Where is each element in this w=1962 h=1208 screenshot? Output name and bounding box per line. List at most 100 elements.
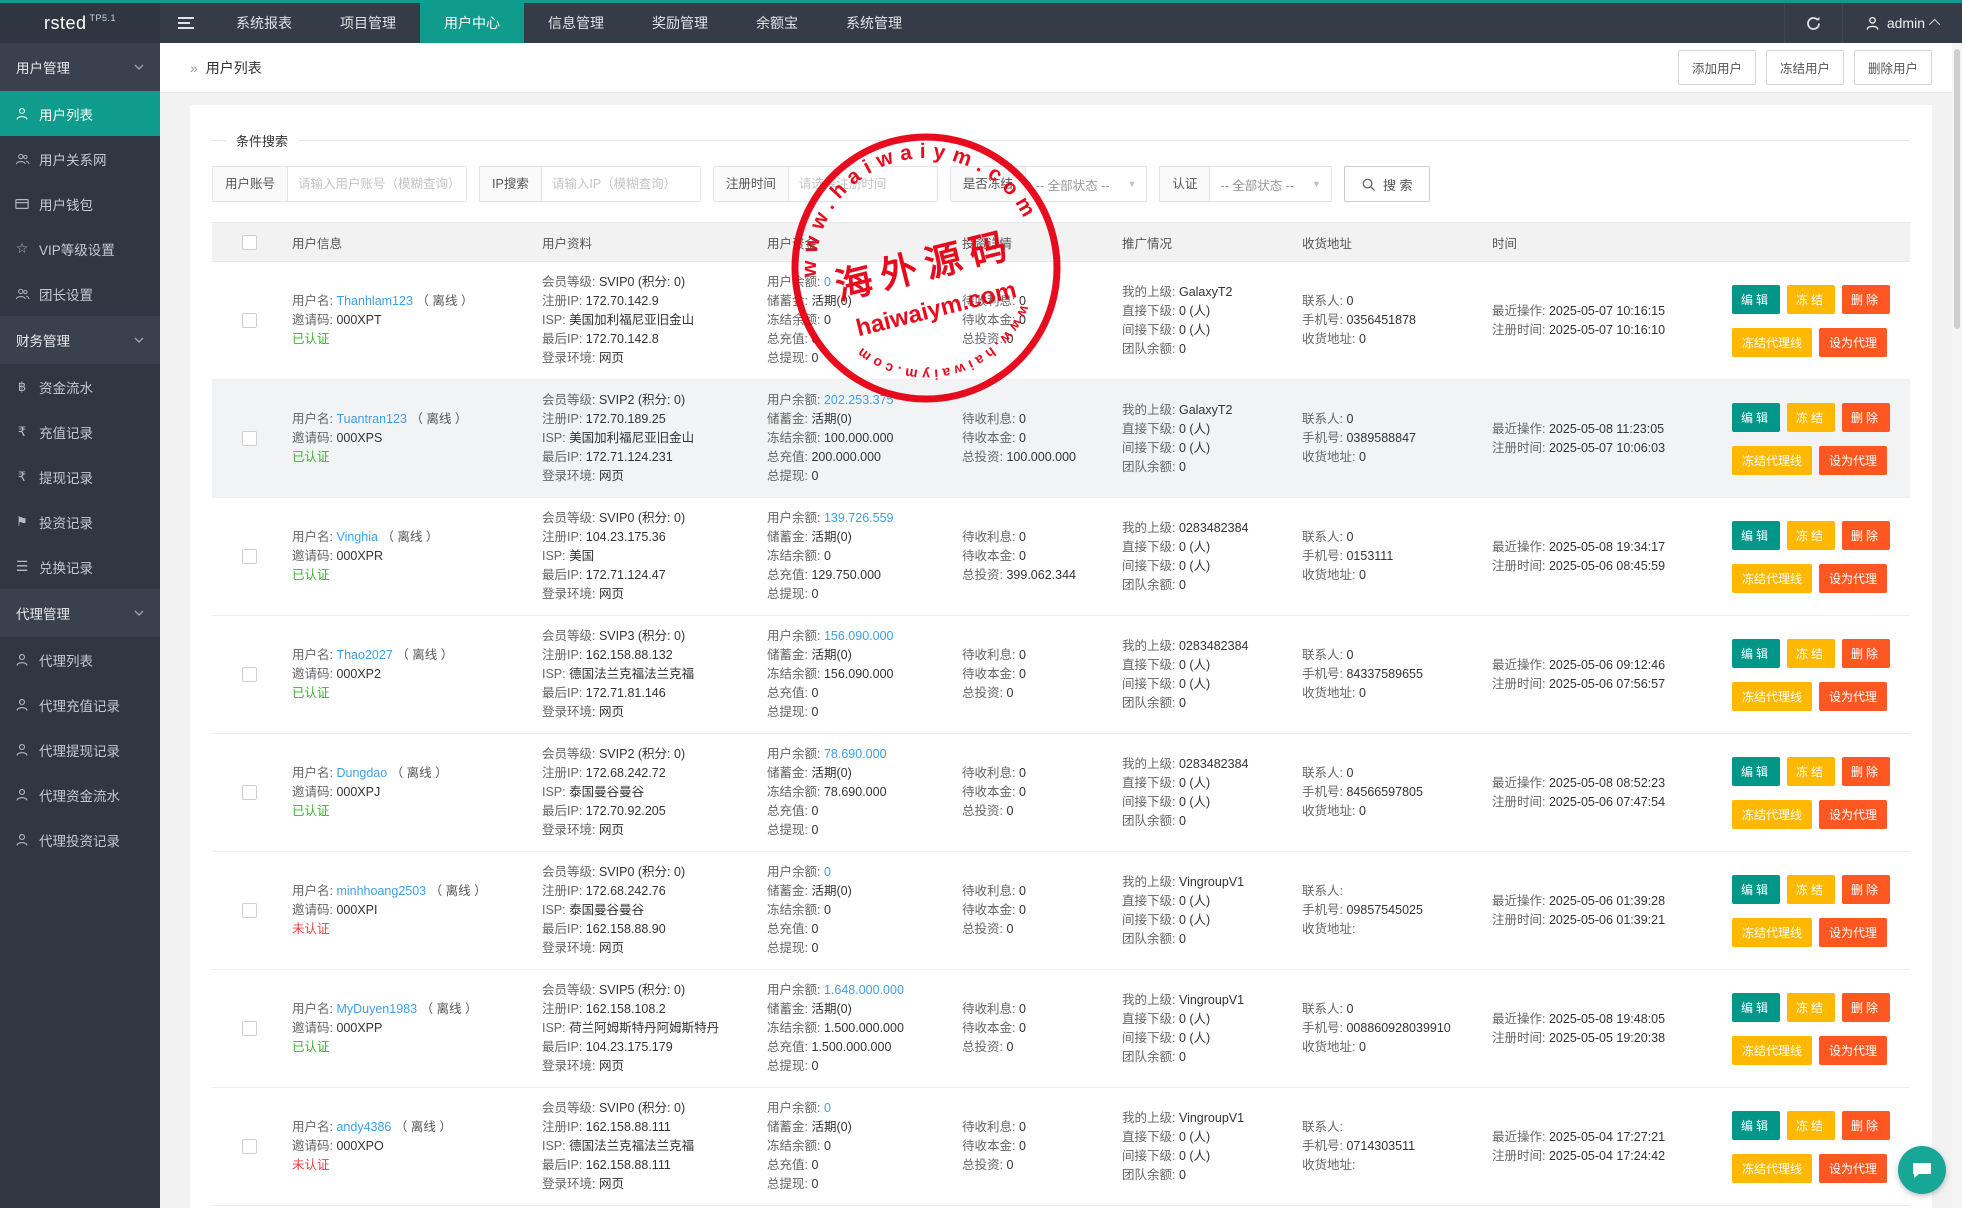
sidebar-item[interactable]: 用户关系网: [0, 136, 160, 181]
set-agent-button[interactable]: 设为代理: [1819, 918, 1887, 947]
row-checkbox[interactable]: [242, 313, 257, 328]
select-all-checkbox[interactable]: [242, 235, 257, 250]
search-button[interactable]: 搜 索: [1344, 166, 1430, 202]
row-checkbox[interactable]: [242, 785, 257, 800]
flag-icon: ⚑: [14, 514, 30, 530]
edit-button[interactable]: 编辑: [1732, 639, 1780, 668]
freeze-agent-line-button[interactable]: 冻结代理线: [1732, 564, 1812, 593]
username-link[interactable]: Thao2027: [336, 648, 392, 662]
set-agent-button[interactable]: 设为代理: [1819, 446, 1887, 475]
set-agent-button[interactable]: 设为代理: [1819, 800, 1887, 829]
edit-button[interactable]: 编辑: [1732, 521, 1780, 550]
freeze-button[interactable]: 冻结: [1787, 757, 1835, 786]
sidebar-item[interactable]: 代理提现记录: [0, 727, 160, 772]
sidebar-item[interactable]: 团长设置: [0, 271, 160, 316]
username-link[interactable]: Thanhlam123: [336, 294, 412, 308]
freeze-button[interactable]: 冻结: [1787, 285, 1835, 314]
user-menu[interactable]: admin: [1842, 3, 1962, 43]
top-nav-item[interactable]: 余额宝: [732, 3, 822, 43]
toolbar-button[interactable]: 添加用户: [1678, 50, 1756, 85]
sidebar-item[interactable]: 代理资金流水: [0, 772, 160, 817]
sidebar-item[interactable]: 代理投资记录: [0, 817, 160, 862]
delete-button[interactable]: 删除: [1842, 403, 1890, 432]
username-link[interactable]: Vinghia: [336, 530, 377, 544]
freeze-button[interactable]: 冻结: [1787, 993, 1835, 1022]
delete-button[interactable]: 删除: [1842, 1111, 1890, 1140]
sidebar-item[interactable]: ฿资金流水: [0, 364, 160, 409]
sidebar-item[interactable]: ₹提现记录: [0, 454, 160, 499]
sidebar-group[interactable]: 财务管理: [0, 316, 160, 364]
register-time-input[interactable]: [789, 167, 937, 201]
delete-button[interactable]: 删除: [1842, 875, 1890, 904]
list-icon: ☰: [14, 558, 30, 575]
set-agent-button[interactable]: 设为代理: [1819, 1154, 1887, 1183]
sidebar-item[interactable]: 代理充值记录: [0, 682, 160, 727]
freeze-button[interactable]: 冻结: [1787, 875, 1835, 904]
row-checkbox[interactable]: [242, 549, 257, 564]
username-link[interactable]: minhhoang2503: [336, 884, 426, 898]
freeze-button[interactable]: 冻结: [1787, 1111, 1835, 1140]
row-checkbox[interactable]: [242, 667, 257, 682]
edit-button[interactable]: 编辑: [1732, 1111, 1780, 1140]
row-checkbox[interactable]: [242, 903, 257, 918]
menu-toggle-button[interactable]: [160, 3, 212, 43]
username-link[interactable]: andy4386: [336, 1120, 391, 1134]
sidebar-item[interactable]: 用户钱包: [0, 181, 160, 226]
delete-button[interactable]: 删除: [1842, 521, 1890, 550]
balance-value: 0: [824, 1101, 831, 1115]
delete-button[interactable]: 删除: [1842, 639, 1890, 668]
freeze-button[interactable]: 冻结: [1787, 639, 1835, 668]
freeze-button[interactable]: 冻结: [1787, 403, 1835, 432]
sidebar-item[interactable]: ☰兑换记录: [0, 544, 160, 589]
balance-value: 202.253.375: [824, 393, 894, 407]
top-nav-item[interactable]: 系统报表: [212, 3, 316, 43]
edit-button[interactable]: 编辑: [1732, 757, 1780, 786]
set-agent-button[interactable]: 设为代理: [1819, 328, 1887, 357]
freeze-agent-line-button[interactable]: 冻结代理线: [1732, 446, 1812, 475]
ip-search-input[interactable]: [542, 167, 700, 201]
freeze-button[interactable]: 冻结: [1787, 521, 1835, 550]
top-nav-item[interactable]: 奖励管理: [628, 3, 732, 43]
edit-button[interactable]: 编辑: [1732, 403, 1780, 432]
sidebar-item[interactable]: 用户列表: [0, 91, 160, 136]
sidebar-item[interactable]: ⚑投资记录: [0, 499, 160, 544]
delete-button[interactable]: 删除: [1842, 285, 1890, 314]
verify-select[interactable]: -- 全部状态 -- ▼: [1210, 167, 1331, 201]
sidebar-group[interactable]: 用户管理: [0, 43, 160, 91]
sidebar-group[interactable]: 代理管理: [0, 589, 160, 637]
username-link[interactable]: MyDuyen1983: [336, 1002, 417, 1016]
freeze-agent-line-button[interactable]: 冻结代理线: [1732, 328, 1812, 357]
delete-button[interactable]: 删除: [1842, 757, 1890, 786]
set-agent-button[interactable]: 设为代理: [1819, 1036, 1887, 1065]
sidebar-item[interactable]: ☆VIP等级设置: [0, 226, 160, 271]
account-input[interactable]: [288, 167, 466, 201]
top-nav-item[interactable]: 用户中心: [420, 3, 524, 43]
edit-button[interactable]: 编辑: [1732, 993, 1780, 1022]
frozen-select[interactable]: -- 全部状态 -- ▼: [1026, 167, 1147, 201]
row-checkbox[interactable]: [242, 1139, 257, 1154]
set-agent-button[interactable]: 设为代理: [1819, 682, 1887, 711]
delete-button[interactable]: 删除: [1842, 993, 1890, 1022]
edit-button[interactable]: 编辑: [1732, 875, 1780, 904]
row-checkbox[interactable]: [242, 1021, 257, 1036]
username-link[interactable]: Tuantran123: [336, 412, 406, 426]
freeze-agent-line-button[interactable]: 冻结代理线: [1732, 1154, 1812, 1183]
edit-button[interactable]: 编辑: [1732, 285, 1780, 314]
row-checkbox[interactable]: [242, 431, 257, 446]
freeze-agent-line-button[interactable]: 冻结代理线: [1732, 682, 1812, 711]
sidebar-item[interactable]: ₹充值记录: [0, 409, 160, 454]
top-nav-item[interactable]: 系统管理: [822, 3, 926, 43]
toolbar-button[interactable]: 删除用户: [1854, 50, 1932, 85]
top-nav-item[interactable]: 项目管理: [316, 3, 420, 43]
scrollbar-thumb[interactable]: [1954, 49, 1960, 329]
top-nav-item[interactable]: 信息管理: [524, 3, 628, 43]
sidebar-item[interactable]: 代理列表: [0, 637, 160, 682]
freeze-agent-line-button[interactable]: 冻结代理线: [1732, 1036, 1812, 1065]
set-agent-button[interactable]: 设为代理: [1819, 564, 1887, 593]
freeze-agent-line-button[interactable]: 冻结代理线: [1732, 800, 1812, 829]
freeze-agent-line-button[interactable]: 冻结代理线: [1732, 918, 1812, 947]
toolbar-button[interactable]: 冻结用户: [1766, 50, 1844, 85]
username-link[interactable]: Dungdao: [336, 766, 387, 780]
floating-chat-button[interactable]: [1898, 1146, 1946, 1194]
refresh-button[interactable]: [1784, 3, 1842, 43]
